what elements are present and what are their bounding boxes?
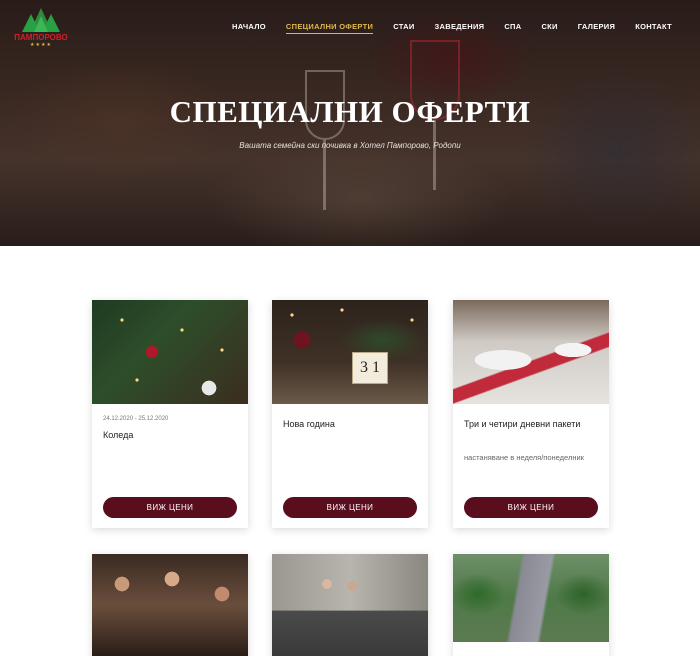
page-subtitle: Вашата семейна ски почивка в Хотел Пампо… [239, 141, 461, 150]
nav-item-spa[interactable]: СПА [494, 20, 531, 34]
main-nav: НАЧАЛО СПЕЦИАЛНИ ОФЕРТИ СТАИ ЗАВЕДЕНИЯ С… [222, 20, 682, 34]
offer-card [92, 554, 248, 656]
nav-item-rooms[interactable]: СТАИ [383, 20, 424, 34]
offer-date: 24.12.2020 - 25.12.2020 [103, 416, 169, 422]
nav-item-gallery[interactable]: ГАЛЕРИЯ [568, 20, 625, 34]
view-prices-button[interactable]: ВИЖ ЦЕНИ [283, 497, 417, 518]
nav-item-label: СПА [504, 22, 522, 31]
logo-text: ПАМПОРОВО [14, 33, 68, 42]
wine-glass-stem [433, 120, 436, 190]
wine-glass-stem [323, 140, 326, 210]
family-livingroom-image[interactable] [272, 554, 428, 656]
offer-title[interactable]: Коледа [103, 429, 239, 442]
offer-title[interactable]: Три и четири дневни пакети [464, 418, 600, 431]
restaurant-table-image[interactable] [453, 300, 609, 404]
nav-item-contact[interactable]: КОНТАКТ [625, 20, 682, 34]
party-friends-image[interactable] [92, 554, 248, 656]
offer-title[interactable]: Нова година [283, 418, 419, 431]
view-prices-button[interactable]: ВИЖ ЦЕНИ [103, 497, 237, 518]
logo-stars: ★★★★ [30, 42, 52, 48]
new-year-image[interactable]: 3 1 [272, 300, 428, 404]
view-prices-button[interactable]: ВИЖ ЦЕНИ [464, 497, 598, 518]
nav-item-ski[interactable]: СКИ [531, 20, 567, 34]
christmas-ornaments-image[interactable] [92, 300, 248, 404]
nav-item-label: ГАЛЕРИЯ [577, 22, 616, 31]
nav-item-label: СПЕЦИАЛНИ ОФЕРТИ [285, 22, 374, 34]
offer-description: настаняване в неделя/понеделник [464, 453, 584, 462]
nav-item-special-offers[interactable]: СПЕЦИАЛНИ ОФЕРТИ [276, 20, 383, 34]
offer-card [453, 554, 609, 656]
nav-item-venues[interactable]: ЗАВЕДЕНИЯ [425, 20, 495, 34]
nav-item-label: СТАИ [393, 22, 415, 31]
nav-item-label: СКИ [541, 22, 558, 31]
offer-card [272, 554, 428, 656]
pine-trees-icon [22, 8, 60, 32]
nav-item-label: ЗАВЕДЕНИЯ [434, 22, 485, 31]
offer-card: 3 1 Нова година ВИЖ ЦЕНИ [272, 300, 428, 528]
calendar-block-icon: 3 1 [352, 352, 388, 384]
hero-banner: ПАМПОРОВО ★★★★ НАЧАЛО СПЕЦИАЛНИ ОФЕРТИ С… [0, 0, 700, 246]
nav-item-home[interactable]: НАЧАЛО [222, 20, 276, 34]
town-aerial-image[interactable] [453, 554, 609, 642]
page-title: СПЕЦИАЛНИ ОФЕРТИ [169, 94, 531, 129]
offer-card: Три и четири дневни пакети настаняване в… [453, 300, 609, 528]
offer-card: 24.12.2020 - 25.12.2020 Коледа ВИЖ ЦЕНИ [92, 300, 248, 528]
nav-item-label: НАЧАЛО [231, 22, 266, 31]
hotel-logo[interactable]: ПАМПОРОВО ★★★★ [12, 6, 70, 48]
nav-item-label: КОНТАКТ [635, 22, 672, 31]
